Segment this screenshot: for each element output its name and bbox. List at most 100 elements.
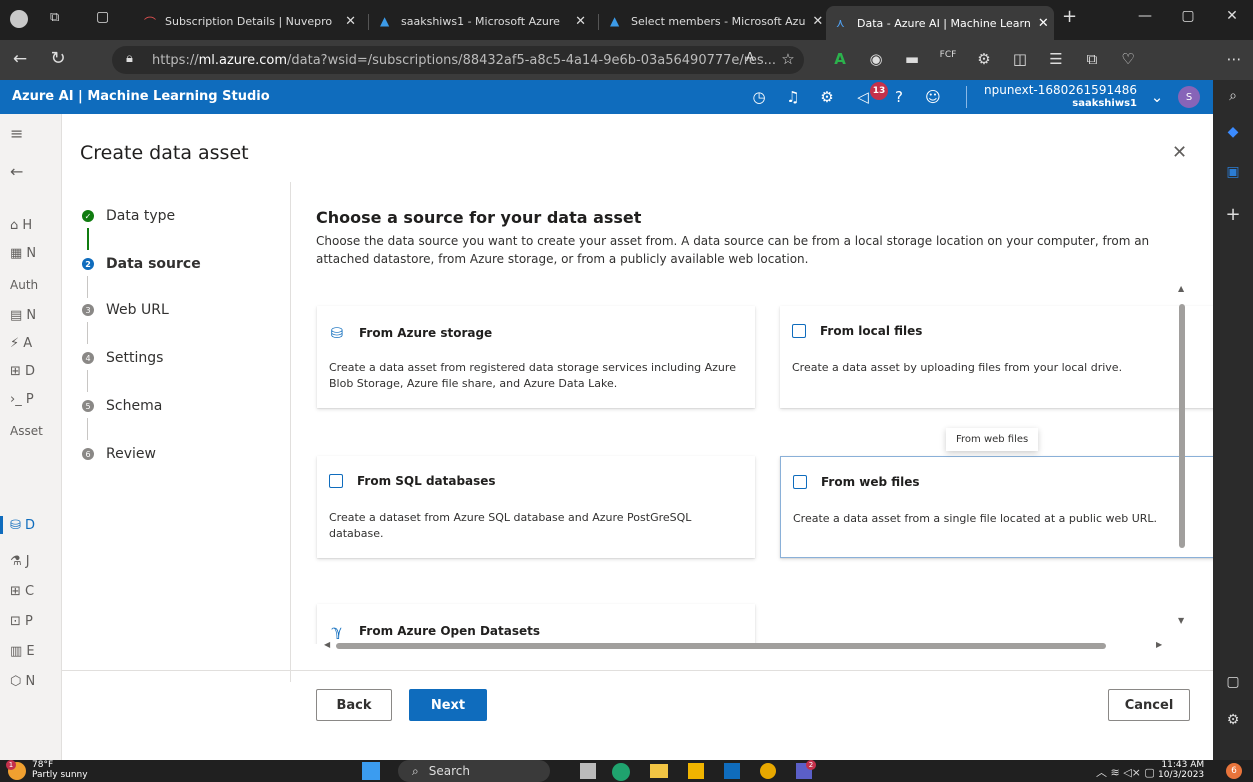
card-from-azure-storage[interactable]: ⛁ From Azure storage Create a data asset … — [317, 306, 755, 408]
back-arrow-icon[interactable]: ← — [8, 49, 32, 69]
sidebar-toggle-icon[interactable]: ▢ — [1223, 674, 1243, 690]
close-tab-icon[interactable]: ✕ — [1038, 16, 1049, 31]
copilot-icon[interactable]: ◆ — [1223, 124, 1243, 140]
cancel-button[interactable]: Cancel — [1108, 689, 1190, 721]
nav-model-catalog-icon[interactable]: ▦ N — [10, 246, 36, 261]
nav-pipelines-icon[interactable]: ⊡ P — [10, 614, 33, 629]
smiley-icon[interactable]: ☺ — [922, 88, 944, 106]
close-window-icon[interactable]: ✕ — [1212, 8, 1252, 24]
tab-actions-icon[interactable]: ▢ — [96, 9, 109, 25]
extension-circle-icon[interactable]: ◉ — [864, 50, 888, 68]
profile-icon[interactable] — [10, 10, 28, 28]
restore-icon[interactable]: ▢ — [1168, 8, 1208, 24]
nav-environments-icon[interactable]: ▥ E — [10, 644, 35, 659]
search-icon[interactable]: ⌕ — [1223, 88, 1243, 104]
nav-active-indicator — [0, 516, 3, 534]
close-tab-icon[interactable]: ✕ — [812, 14, 823, 29]
minimize-icon[interactable]: — — [1125, 8, 1165, 24]
tab-data-azure-ml[interactable]: ⋏ Data - Azure AI | Machine Learn ✕ — [826, 6, 1054, 40]
store-icon[interactable] — [688, 763, 704, 779]
step-data-source[interactable]: 2 Data source — [82, 256, 201, 272]
sidebar-settings-icon[interactable]: ⚙ — [1223, 712, 1243, 728]
horizontal-scrollbar[interactable]: ◀ ▶ — [324, 640, 1164, 652]
scroll-up-icon[interactable]: ▲ — [1178, 284, 1184, 293]
scroll-down-icon[interactable]: ▼ — [1178, 616, 1184, 625]
card-from-azure-open-datasets[interactable]: ℽ From Azure Open Datasets — [317, 604, 755, 644]
add-sidebar-icon[interactable]: + — [1223, 204, 1243, 225]
system-tray-icons[interactable]: ︿ ≋ ◁× ▢ — [1096, 764, 1155, 780]
settings-gear-icon[interactable]: ⚙ — [816, 88, 838, 106]
close-icon[interactable]: ✕ — [1172, 142, 1187, 163]
new-tab-icon[interactable]: + — [1062, 6, 1077, 27]
copilot-heart-icon[interactable]: ♡ — [1116, 50, 1140, 68]
close-tab-icon[interactable]: ✕ — [345, 14, 356, 29]
outlook-taskbar-icon[interactable] — [724, 763, 740, 779]
vertical-scroll-thumb[interactable] — [1179, 304, 1185, 548]
nav-automl-icon[interactable]: ⚡ A — [10, 336, 32, 351]
favorite-star-icon[interactable]: ☆ — [776, 50, 800, 68]
nav-designer-icon[interactable]: ⊞ D — [10, 364, 35, 379]
vertical-scrollbar[interactable]: ▲ ▼ — [1176, 284, 1188, 634]
windows-start-icon[interactable] — [362, 762, 380, 780]
studio-left-nav: ≡ ← ⌂ H ▦ N Auth ▤ N ⚡ A ⊞ D ›_ P Asset … — [0, 114, 62, 760]
workspace-selector[interactable]: npunext-1680261591486 saakshiws1 — [984, 83, 1137, 111]
app-title[interactable]: Azure AI | Machine Learning Studio — [12, 89, 270, 104]
outlook-icon[interactable]: ▣ — [1223, 164, 1243, 180]
help-icon[interactable]: ? — [888, 88, 910, 106]
next-button[interactable]: Next — [409, 689, 487, 721]
nav-home-icon[interactable]: ⌂ H — [10, 218, 32, 233]
nav-jobs-icon[interactable]: ⚗ J — [10, 554, 30, 569]
favorites-list-icon[interactable]: ☰ — [1044, 50, 1068, 68]
hamburger-menu-icon[interactable]: ≡ — [10, 124, 23, 143]
extension-card-icon[interactable]: ▬ — [900, 50, 924, 68]
step-review[interactable]: 6 Review — [82, 446, 156, 462]
read-aloud-icon[interactable]: A — [738, 50, 762, 64]
tab-subscription-details[interactable]: ⌒ Subscription Details | Nuvepro ✕ — [134, 6, 366, 36]
notification-center-badge[interactable]: 6 — [1226, 763, 1242, 779]
card-from-sql-databases[interactable]: From SQL databases Create a dataset from… — [317, 456, 755, 558]
search-icon: ⌕ — [412, 763, 419, 778]
nav-prompt-flow-icon[interactable]: ›_ P — [10, 392, 34, 407]
back-button[interactable]: Back — [316, 689, 392, 721]
nav-notebooks-icon[interactable]: ▤ N — [10, 308, 36, 323]
url-scheme: https:// — [152, 52, 199, 68]
notification-bell-icon[interactable]: ♫ — [782, 88, 804, 106]
step-data-type[interactable]: ✓ Data type — [82, 208, 175, 224]
taskbar-search[interactable]: ⌕ Search — [398, 760, 550, 782]
history-clock-icon[interactable]: ◷ — [748, 88, 770, 106]
edge-browser-icon[interactable] — [612, 763, 630, 781]
url-bar[interactable]: 🔒︎ https://ml.azure.com/data?wsid=/subsc… — [112, 46, 804, 74]
lock-icon: 🔒︎ — [126, 51, 133, 66]
more-options-icon[interactable]: ⋯ — [1222, 50, 1246, 68]
step-web-url[interactable]: 3 Web URL — [82, 302, 169, 318]
nav-models-icon[interactable]: ⬡ N — [10, 674, 35, 689]
clock[interactable]: 11:43 AM 10/3/2023 — [1158, 760, 1204, 780]
close-tab-icon[interactable]: ✕ — [575, 14, 586, 29]
extension-a-icon[interactable]: A — [828, 50, 852, 68]
collections-icon[interactable]: ⧉ — [1080, 50, 1104, 68]
chevron-down-icon[interactable]: ⌄ — [1146, 88, 1168, 106]
split-screen-icon[interactable]: ◫ — [1008, 50, 1032, 68]
back-arrow-icon[interactable]: ← — [10, 162, 23, 181]
nav-data-icon[interactable]: ⛁ D — [10, 518, 35, 533]
scroll-right-icon[interactable]: ▶ — [1156, 640, 1162, 649]
horizontal-scroll-thumb[interactable] — [336, 643, 1106, 649]
extension-fcf-icon[interactable]: FCF — [936, 50, 960, 60]
tab-select-members[interactable]: ▲ Select members - Microsoft Azu ✕ — [600, 6, 824, 36]
workspaces-icon[interactable]: ⧉ — [50, 10, 59, 25]
extensions-puzzle-icon[interactable]: ⚙ — [972, 50, 996, 68]
card-from-local-files[interactable]: From local files Create a data asset by … — [780, 306, 1213, 408]
step-schema[interactable]: 5 Schema — [82, 398, 162, 414]
avatar[interactable]: S — [1178, 86, 1200, 108]
tab-saakshiws1[interactable]: ▲ saakshiws1 - Microsoft Azure ✕ — [370, 6, 596, 36]
branch-icon: ℽ — [331, 622, 343, 640]
weather-widget[interactable]: 78°F Partly sunny — [32, 760, 88, 780]
refresh-icon[interactable]: ↻ — [46, 48, 70, 69]
file-explorer-icon[interactable] — [650, 764, 668, 778]
chrome-icon[interactable] — [760, 763, 776, 779]
task-view-icon[interactable] — [580, 763, 596, 779]
step-settings[interactable]: 4 Settings — [82, 350, 163, 366]
card-from-web-files[interactable]: From web files Create a data asset from … — [780, 456, 1213, 558]
nav-components-icon[interactable]: ⊞ C — [10, 584, 34, 599]
scroll-left-icon[interactable]: ◀ — [324, 640, 330, 649]
